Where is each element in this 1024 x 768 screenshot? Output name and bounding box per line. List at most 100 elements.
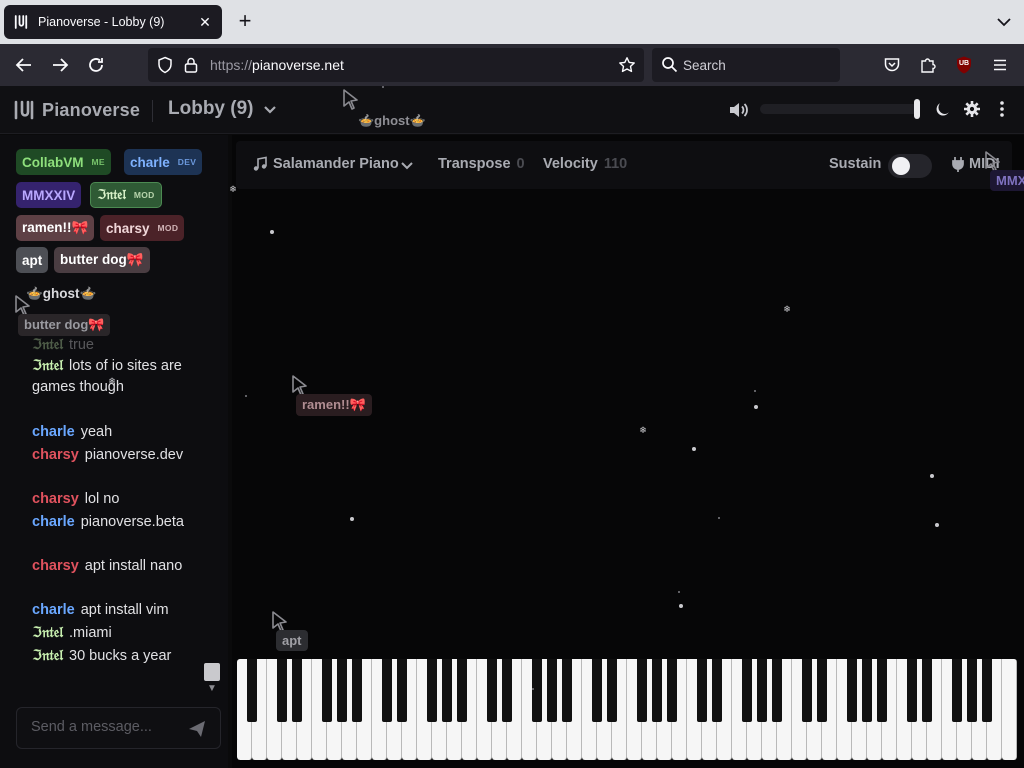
snowflake-icon [692, 447, 696, 451]
black-key[interactable] [802, 659, 812, 722]
black-key[interactable] [397, 659, 407, 722]
send-icon[interactable] [187, 719, 207, 739]
chat-scrollbar-thumb[interactable] [204, 663, 220, 681]
pocket-button[interactable] [880, 53, 904, 77]
black-key[interactable] [652, 659, 662, 722]
user-chip[interactable]: butter dog🎀 [54, 247, 150, 273]
transpose-control[interactable]: Transpose 0 [438, 156, 525, 172]
black-key[interactable] [487, 659, 497, 722]
black-key[interactable] [607, 659, 617, 722]
black-key[interactable] [352, 659, 362, 722]
black-key[interactable] [547, 659, 557, 722]
user-chip[interactable]: charsy MOD [100, 215, 185, 241]
shield-icon[interactable] [156, 56, 174, 74]
user-chip[interactable]: CollabVM ME [16, 149, 111, 175]
search-bar[interactable]: Search [652, 48, 840, 82]
close-tab-icon[interactable]: ✕ [196, 13, 214, 31]
white-key[interactable] [1002, 659, 1017, 760]
chat-message: charle pianoverse.beta [32, 512, 197, 533]
pianoverse-logo[interactable]: Pianoverse [12, 98, 140, 122]
black-key[interactable] [922, 659, 932, 722]
list-all-tabs-icon[interactable] [994, 12, 1014, 32]
piano-keyboard[interactable] [237, 659, 1017, 760]
black-key[interactable] [562, 659, 572, 722]
reload-button[interactable] [84, 53, 108, 77]
user-chip[interactable]: charle DEV [124, 149, 203, 175]
chat-message-author[interactable]: ℑ𝔫𝔱𝔢𝔩 [32, 358, 63, 374]
black-key[interactable] [322, 659, 332, 722]
black-key[interactable] [847, 659, 857, 722]
black-key[interactable] [712, 659, 722, 722]
chat-message-text: .miami [69, 625, 112, 641]
settings-button[interactable] [962, 99, 982, 119]
black-key[interactable] [382, 659, 392, 722]
app-menu-button[interactable] [988, 53, 1012, 77]
room-title[interactable]: Lobby (9) [168, 98, 254, 120]
chat-message-author[interactable]: charsy [32, 447, 79, 463]
chat-message-input[interactable] [31, 719, 181, 735]
black-key[interactable] [457, 659, 467, 722]
chat-message-author[interactable]: ℑ𝔫𝔱𝔢𝔩 [32, 337, 63, 353]
scroll-down-icon[interactable]: ▼ [205, 683, 219, 695]
black-key[interactable] [757, 659, 767, 722]
black-key[interactable] [277, 659, 287, 722]
user-chip[interactable]: ℑ𝔫𝔱𝔢𝔩 MOD [90, 182, 162, 208]
music-note-icon [253, 156, 267, 171]
chat-message-author[interactable]: ℑ𝔫𝔱𝔢𝔩 [32, 625, 63, 641]
volume-slider-thumb[interactable] [914, 99, 920, 119]
volume-icon[interactable] [727, 99, 749, 121]
forward-button[interactable] [48, 53, 72, 77]
chat-message-author[interactable]: charle [32, 514, 75, 530]
back-button[interactable] [12, 53, 36, 77]
black-key[interactable] [442, 659, 452, 722]
black-key[interactable] [877, 659, 887, 722]
black-key[interactable] [427, 659, 437, 722]
black-key[interactable] [247, 659, 257, 722]
more-options-button[interactable] [992, 99, 1012, 119]
chat-input-box[interactable] [16, 707, 221, 749]
new-tab-button[interactable]: + [233, 10, 257, 34]
black-key[interactable] [742, 659, 752, 722]
sustain-toggle[interactable] [888, 154, 932, 178]
lock-icon[interactable] [182, 56, 200, 74]
logo-text: Pianoverse [42, 99, 141, 120]
black-key[interactable] [982, 659, 992, 722]
chevron-down-icon[interactable] [262, 101, 278, 117]
browser-tab-active[interactable]: Pianoverse - Lobby (9) ✕ [4, 5, 222, 39]
black-key[interactable] [592, 659, 602, 722]
user-chip[interactable]: ramen!!🎀 [16, 215, 95, 241]
black-key[interactable] [862, 659, 872, 722]
chevron-down-icon[interactable] [400, 158, 414, 172]
chat-message-author[interactable]: charsy [32, 491, 79, 507]
black-key[interactable] [337, 659, 347, 722]
black-key[interactable] [532, 659, 542, 722]
remote-cursor-label: butter dog🎀 [18, 314, 111, 336]
black-key[interactable] [697, 659, 707, 722]
chat-message-author[interactable]: charle [32, 602, 75, 618]
url-text[interactable]: https://pianoverse.net [210, 57, 344, 73]
volume-slider[interactable] [760, 99, 920, 119]
extensions-button[interactable] [916, 53, 940, 77]
black-key[interactable] [772, 659, 782, 722]
chat-message-author[interactable]: charsy [32, 558, 79, 574]
address-bar[interactable]: https://pianoverse.net [148, 48, 644, 82]
chat-message-author[interactable]: charle [32, 424, 75, 440]
velocity-control[interactable]: Velocity 110 [543, 156, 627, 172]
chat-message-author[interactable]: ℑ𝔫𝔱𝔢𝔩 [32, 648, 63, 664]
instrument-select[interactable]: Salamander Piano [273, 156, 399, 172]
black-key[interactable] [967, 659, 977, 722]
theme-toggle-button[interactable] [932, 99, 952, 119]
black-key[interactable] [292, 659, 302, 722]
black-key[interactable] [637, 659, 647, 722]
user-chip[interactable]: apt [16, 247, 49, 273]
black-key[interactable] [952, 659, 962, 722]
black-key[interactable] [502, 659, 512, 722]
black-key[interactable] [907, 659, 917, 722]
user-chip[interactable]: 🍲ghost🍲 [20, 281, 102, 307]
user-chip[interactable]: MMXXIV [16, 182, 82, 208]
bookmark-star-icon[interactable] [618, 56, 636, 74]
black-key[interactable] [817, 659, 827, 722]
black-key[interactable] [667, 659, 677, 722]
user-name: charle [130, 154, 170, 170]
ublock-button[interactable]: UB [952, 53, 976, 77]
